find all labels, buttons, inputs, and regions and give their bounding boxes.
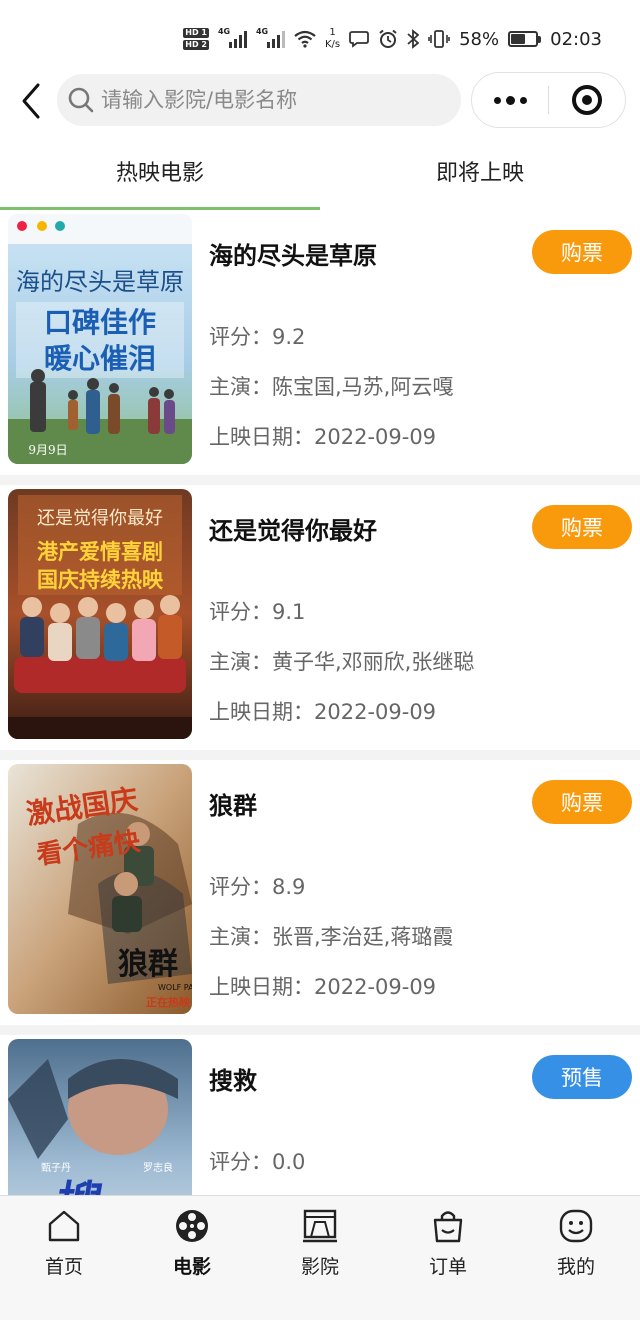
poster-credit-2: 罗志良 [143, 1161, 173, 1174]
movie-card[interactable]: 海的尽头是草原 口碑佳作 暖心催泪 9月9日 海的尽头是草原 购票 评分：9.2… [0, 210, 640, 475]
poster-title: 搜 [51, 1176, 107, 1195]
vibrate-icon [428, 30, 450, 48]
status-bar: HD 1 HD 2 4G 4G 1 K/s 58% 02:03 [0, 0, 640, 70]
cinema-screen-icon [303, 1209, 337, 1243]
nav-item-profile[interactable]: 我的 [512, 1196, 640, 1320]
movie-card[interactable]: 还是觉得你最好 港产爱情喜剧 国庆持续热映 还是觉得你最好 购票 评分：9.1 … [0, 485, 640, 750]
poster-now-showing: 正在热映 [146, 995, 191, 1009]
wifi-icon [294, 30, 316, 48]
buy-ticket-button[interactable]: 购票 [532, 780, 632, 824]
date-value: 2022-09-09 [314, 975, 437, 999]
poster-tagline-2: 国庆持续热映 [37, 568, 164, 592]
movie-card[interactable]: 甄子丹 罗志良 搜 搜救 预售 评分：0.0 [0, 1035, 640, 1195]
movie-score: 评分：9.1 [209, 600, 306, 624]
cast-value: 张晋,李治廷,蒋璐霞 [272, 925, 454, 949]
poster-tagline-1: 口碑佳作 [44, 306, 156, 339]
buy-ticket-button[interactable]: 购票 [532, 230, 632, 274]
cast-value: 陈宝国,马苏,阿云嘎 [272, 375, 454, 399]
speed-value: 1 [329, 27, 336, 38]
movie-poster[interactable]: 激战国庆 看个痛快 狼群 WOLF PACK 正在热映 [8, 764, 192, 1014]
movie-title: 海的尽头是草原 [209, 242, 377, 270]
nav-item-orders[interactable]: 订单 [384, 1196, 512, 1320]
search-icon [68, 87, 94, 113]
battery-percent: 58% [459, 28, 500, 50]
nav-label: 订单 [428, 1256, 467, 1278]
movie-list: 海的尽头是草原 口碑佳作 暖心催泪 9月9日 海的尽头是草原 购票 评分：9.2… [0, 210, 640, 1195]
more-menu-button[interactable] [472, 73, 548, 127]
score-value: 0.0 [272, 1150, 306, 1174]
network-speed: 1 K/s [325, 27, 340, 51]
bluetooth-icon [407, 29, 420, 49]
presale-button[interactable]: 预售 [532, 1055, 632, 1099]
movie-poster[interactable]: 甄子丹 罗志良 搜 [8, 1039, 192, 1195]
miniprogram-capsule [471, 72, 626, 128]
poster-title: 还是觉得你最好 [37, 508, 163, 529]
poster-tagline-2: 暖心催泪 [44, 342, 156, 375]
network-type-2: 4G [255, 27, 269, 36]
score-value: 9.1 [272, 600, 306, 624]
signal-2-icon: 4G [255, 27, 285, 48]
poster-date: 9月9日 [28, 443, 67, 457]
chevron-left-icon [22, 83, 40, 119]
poster-credit-1: 甄子丹 [41, 1162, 71, 1174]
nav-label: 我的 [556, 1256, 595, 1278]
movie-poster[interactable]: 海的尽头是草原 口碑佳作 暖心催泪 9月9日 [8, 214, 192, 464]
network-type-1: 4G [217, 27, 231, 36]
hd2-label: HD 2 [183, 40, 209, 50]
date-value: 2022-09-09 [314, 425, 437, 449]
speed-unit: K/s [324, 39, 341, 50]
header [0, 70, 640, 132]
message-bubble-icon [349, 31, 370, 48]
movie-title: 还是觉得你最好 [209, 517, 377, 545]
poster-english-title: WOLF PACK [158, 983, 192, 992]
movie-card[interactable]: 激战国庆 看个痛快 狼群 WOLF PACK 正在热映 狼群 购票 评分：8.9… [0, 760, 640, 1025]
smiley-profile-icon [559, 1209, 593, 1243]
film-reel-icon [176, 1210, 208, 1242]
nav-item-home[interactable]: 首页 [0, 1196, 128, 1320]
movie-cast: 主演：张晋,李治廷,蒋璐霞 [209, 925, 454, 949]
score-value: 8.9 [272, 875, 306, 899]
movie-score: 评分：0.0 [209, 1150, 306, 1174]
battery-icon [508, 31, 542, 47]
release-date: 上映日期：2022-09-09 [209, 700, 437, 724]
movie-poster[interactable]: 还是觉得你最好 港产爱情喜剧 国庆持续热映 [8, 489, 192, 739]
shopping-bag-icon [433, 1211, 463, 1243]
release-date: 上映日期：2022-09-09 [209, 425, 437, 449]
search-input[interactable] [101, 88, 441, 112]
home-icon [48, 1210, 80, 1242]
close-target-icon [571, 85, 602, 115]
bottom-nav: 首页 电影 影院 订单 我的 [0, 1195, 640, 1320]
movie-cast: 主演：陈宝国,马苏,阿云嘎 [209, 375, 454, 399]
movie-title: 搜救 [209, 1067, 257, 1095]
date-value: 2022-09-09 [314, 700, 437, 724]
score-value: 9.2 [272, 325, 306, 349]
buy-ticket-button[interactable]: 购票 [532, 505, 632, 549]
hd1-label: HD 1 [183, 28, 209, 38]
signal-1-icon: 4G [217, 27, 247, 48]
alarm-icon [379, 29, 397, 48]
nav-label: 影院 [300, 1256, 339, 1278]
cast-value: 黄子华,邓丽欣,张继聪 [272, 650, 475, 674]
release-date: 上映日期：2022-09-09 [209, 975, 437, 999]
movie-score: 评分：9.2 [209, 325, 306, 349]
movie-title: 狼群 [209, 792, 257, 820]
search-box[interactable] [57, 74, 461, 126]
tab-now-showing[interactable]: 热映电影 [0, 132, 320, 210]
poster-title: 海的尽头是草原 [16, 268, 184, 296]
movie-cast: 主演：黄子华,邓丽欣,张继聪 [209, 650, 475, 674]
clock: 02:03 [550, 28, 602, 50]
movie-tabs: 热映电影 即将上映 [0, 132, 640, 210]
nav-item-movies[interactable]: 电影 [128, 1196, 256, 1320]
nav-label: 首页 [44, 1256, 83, 1278]
battery-fill [511, 34, 526, 44]
nav-item-cinemas[interactable]: 影院 [256, 1196, 384, 1320]
back-button[interactable] [16, 80, 52, 122]
hd-indicator: HD 1 HD 2 [183, 28, 209, 50]
poster-title: 狼群 [118, 947, 178, 982]
poster-tagline-1: 港产爱情喜剧 [37, 540, 163, 564]
movie-score: 评分：8.9 [209, 875, 306, 899]
close-miniprogram-button[interactable] [549, 73, 625, 127]
tab-coming-soon[interactable]: 即将上映 [320, 132, 640, 210]
nav-label: 电影 [172, 1256, 211, 1278]
